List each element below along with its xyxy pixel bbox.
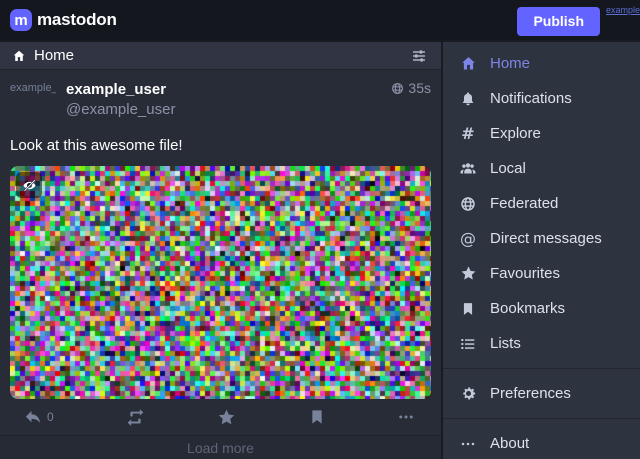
sidebar-item-local[interactable]: Local	[443, 151, 640, 186]
publish-button[interactable]: Publish	[517, 7, 600, 36]
sidebar-label: Local	[490, 160, 526, 177]
main-layout: Home example_user example_user @example_…	[0, 40, 640, 459]
sidebar-item-federated[interactable]: Federated	[443, 186, 640, 221]
bell-icon	[458, 91, 478, 107]
bookmark-icon	[309, 409, 325, 425]
timestamp: 35s	[408, 80, 431, 96]
sidebar-item-bookmarks[interactable]: Bookmarks	[443, 291, 640, 326]
sidebar-divider	[443, 368, 640, 369]
sidebar-item-notifications[interactable]: Notifications	[443, 81, 640, 116]
sidebar-label: Bookmarks	[490, 300, 565, 317]
boost-button[interactable]	[124, 406, 147, 429]
status-header: example_user example_user @example_user …	[10, 80, 431, 126]
timestamp-link[interactable]: 35s	[391, 80, 431, 96]
star-icon	[458, 265, 478, 282]
globe-icon	[458, 196, 478, 212]
favourite-button[interactable]	[215, 406, 238, 429]
home-column: Home example_user example_user @example_…	[0, 42, 441, 459]
reply-icon	[24, 408, 42, 426]
sidebar-item-about[interactable]: About	[443, 426, 640, 459]
eye-slash-icon	[22, 178, 37, 193]
account-handle: @example_user	[66, 100, 391, 120]
sidebar-label: Federated	[490, 195, 558, 212]
status-action-bar: 0	[10, 399, 431, 435]
sidebar-label: Explore	[490, 125, 541, 142]
sidebar-label: Notifications	[490, 90, 572, 107]
mastodon-elephant-icon: m	[10, 9, 32, 31]
media-attachment[interactable]	[10, 166, 431, 399]
load-more-button[interactable]: Load more	[0, 435, 441, 459]
home-icon	[458, 55, 478, 72]
sidebar-label: About	[490, 435, 529, 452]
column-title: Home	[34, 47, 74, 64]
sidebar-item-explore[interactable]: # Explore	[443, 116, 640, 151]
reply-count: 0	[47, 410, 54, 424]
bookmark-icon	[458, 302, 478, 316]
globe-icon	[391, 82, 404, 95]
at-icon: @	[458, 231, 478, 247]
column-header-home[interactable]: Home	[0, 42, 441, 70]
sidebar-item-preferences[interactable]: Preferences	[443, 376, 640, 411]
sidebar-item-direct-messages[interactable]: @ Direct messages	[443, 221, 640, 256]
reply-button[interactable]: 0	[22, 406, 56, 428]
boost-icon	[126, 408, 145, 427]
top-bar: m mastodon Publish example_user	[0, 0, 640, 40]
ellipsis-icon	[458, 436, 478, 452]
ellipsis-icon	[397, 408, 415, 426]
hashtag-icon: #	[458, 126, 478, 142]
sidebar-label: Preferences	[490, 385, 571, 402]
status-text: Look at this awesome file!	[10, 135, 431, 156]
mastodon-logo[interactable]: m mastodon	[10, 9, 117, 31]
more-options-button[interactable]	[395, 406, 417, 428]
list-icon	[458, 336, 478, 352]
home-icon	[12, 49, 26, 63]
sidebar-label: Home	[490, 55, 530, 72]
sidebar-item-home[interactable]: Home	[443, 46, 640, 81]
brand-wordmark: mastodon	[37, 10, 117, 30]
bookmark-button[interactable]	[307, 407, 327, 427]
gear-icon	[458, 385, 478, 402]
sidebar-item-lists[interactable]: Lists	[443, 326, 640, 361]
account-link[interactable]: example_user	[606, 5, 640, 15]
attachment-image	[10, 166, 431, 399]
sidebar-label: Favourites	[490, 265, 560, 282]
sidebar-item-favourites[interactable]: Favourites	[443, 256, 640, 291]
account-names[interactable]: example_user @example_user	[66, 80, 391, 119]
display-name: example_user	[66, 80, 391, 100]
column-settings-sliders-icon[interactable]	[409, 46, 429, 66]
users-icon	[458, 160, 478, 178]
sidebar-label: Direct messages	[490, 230, 602, 247]
navigation-sidebar: Home Notifications # Explore Local	[443, 42, 640, 459]
sidebar-label: Lists	[490, 335, 521, 352]
star-icon	[217, 408, 236, 427]
status-post: example_user example_user @example_user …	[0, 70, 441, 435]
sidebar-divider	[443, 418, 640, 419]
hide-media-button[interactable]	[16, 172, 42, 198]
avatar[interactable]: example_user	[10, 80, 56, 126]
